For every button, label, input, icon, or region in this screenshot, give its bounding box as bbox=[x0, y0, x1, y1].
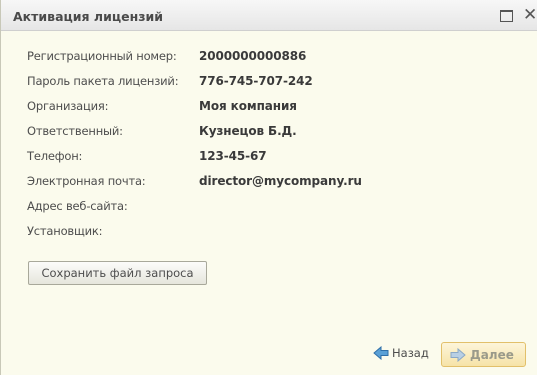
next-button[interactable]: Далее bbox=[441, 342, 526, 367]
field-label: Ответственный: bbox=[27, 124, 123, 138]
field-value: 123-45-67 bbox=[199, 149, 267, 163]
field-value: 776-745-707-242 bbox=[199, 74, 313, 88]
close-icon[interactable]: ✕ bbox=[523, 5, 537, 25]
arrow-right-icon bbox=[450, 348, 466, 362]
save-request-file-button[interactable]: Сохранить файл запроса bbox=[28, 261, 207, 285]
field-label: Адрес веб-сайта: bbox=[27, 199, 128, 213]
title-bar: Активация лицензий ✕ bbox=[1, 0, 537, 31]
next-button-label: Далее bbox=[470, 348, 514, 362]
field-value: 2000000000886 bbox=[199, 49, 307, 63]
license-activation-window: Активация лицензий ✕ Регистрационный ном… bbox=[0, 0, 537, 375]
window-title: Активация лицензий bbox=[13, 9, 163, 24]
arrow-left-icon bbox=[373, 346, 389, 360]
maximize-icon[interactable] bbox=[500, 10, 513, 22]
field-label: Электронная почта: bbox=[27, 174, 146, 188]
field-value: Кузнецов Б.Д. bbox=[199, 124, 297, 138]
field-label: Пароль пакета лицензий: bbox=[27, 74, 179, 88]
field-label: Телефон: bbox=[27, 149, 83, 163]
back-button-label: Назад bbox=[392, 346, 429, 360]
field-label: Установщик: bbox=[27, 224, 103, 238]
field-label: Организация: bbox=[27, 99, 109, 113]
field-value: Моя компания bbox=[199, 99, 297, 113]
field-value: director@mycompany.ru bbox=[199, 174, 362, 188]
field-label: Регистрационный номер: bbox=[27, 49, 177, 63]
